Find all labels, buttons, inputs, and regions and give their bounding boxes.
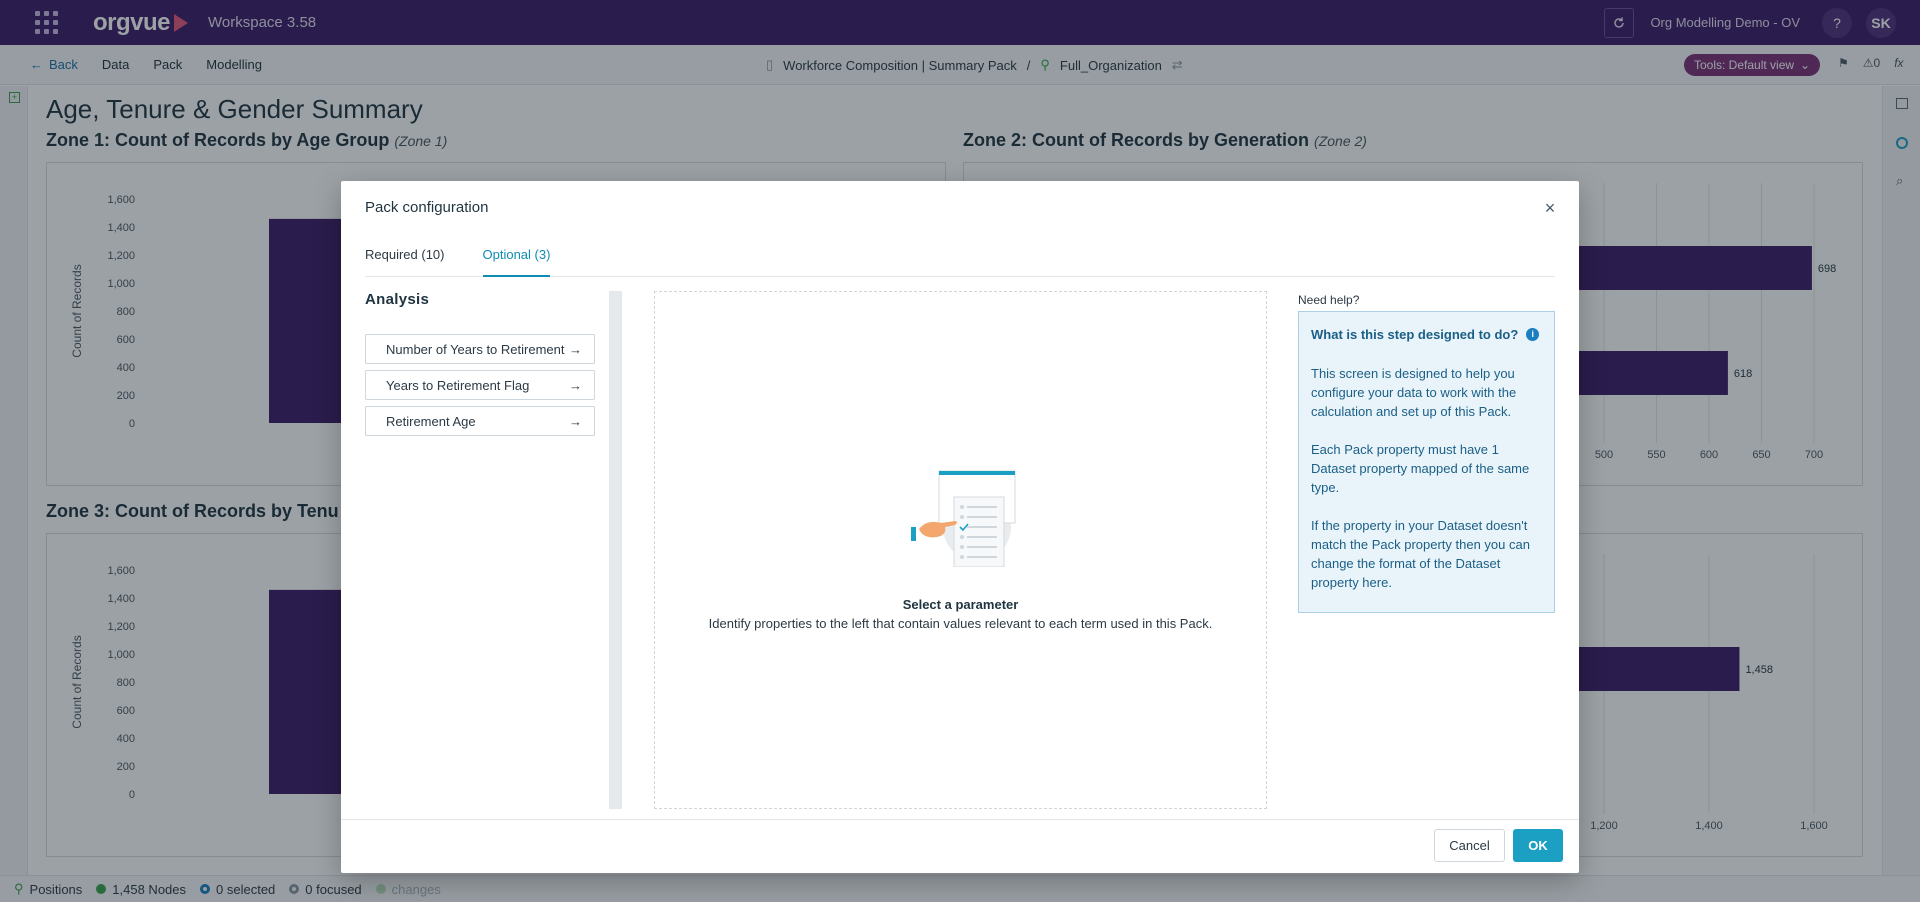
help-question-text: What is this step designed to do?: [1311, 327, 1519, 342]
arrow-right-icon: →: [569, 377, 582, 393]
tab-required[interactable]: Required (10): [365, 247, 445, 277]
empty-state-description: Identify properties to the left that con…: [708, 616, 1213, 631]
pack-configuration-dialog: Pack configuration × Required (10) Optio…: [341, 181, 1579, 873]
close-icon[interactable]: ×: [1540, 198, 1560, 218]
arrow-right-icon: →: [569, 341, 582, 357]
parameter-retirement-flag[interactable]: Years to Retirement Flag →: [365, 370, 595, 400]
help-paragraph: If the property in your Dataset doesn't …: [1311, 518, 1530, 590]
need-help-heading: Need help?: [1298, 293, 1360, 307]
tab-optional[interactable]: Optional (3): [482, 247, 551, 277]
help-question: What is this step designed to do? i: [1311, 325, 1542, 344]
parameter-label: Retirement Age: [386, 413, 476, 429]
parameter-list: Number of Years to Retirement → Years to…: [365, 334, 595, 436]
ok-button[interactable]: OK: [1513, 829, 1563, 862]
select-parameter-illustration: [911, 470, 1016, 567]
parameter-label: Years to Retirement Flag: [386, 377, 530, 393]
help-panel: What is this step designed to do? i This…: [1298, 311, 1555, 613]
parameter-label: Number of Years to Retirement: [386, 341, 565, 357]
parameter-mapping-area: Select a parameter Identify properties t…: [654, 291, 1267, 809]
empty-state-title: Select a parameter: [902, 597, 1019, 612]
help-paragraph: Each Pack property must have 1 Dataset p…: [1311, 442, 1530, 495]
help-paragraph: This screen is designed to help you conf…: [1311, 366, 1517, 419]
parameter-years-to-retirement[interactable]: Number of Years to Retirement →: [365, 334, 595, 364]
section-title: Analysis: [365, 291, 430, 308]
parameter-retirement-age[interactable]: Retirement Age →: [365, 406, 595, 436]
arrow-right-icon: →: [569, 413, 582, 429]
dialog-title: Pack configuration: [365, 199, 489, 216]
scrollbar[interactable]: [609, 291, 622, 809]
dialog-tabs: Required (10) Optional (3): [365, 247, 1555, 277]
cancel-button[interactable]: Cancel: [1434, 829, 1505, 862]
dialog-footer: Cancel OK: [341, 819, 1579, 873]
info-icon[interactable]: i: [1526, 328, 1540, 341]
